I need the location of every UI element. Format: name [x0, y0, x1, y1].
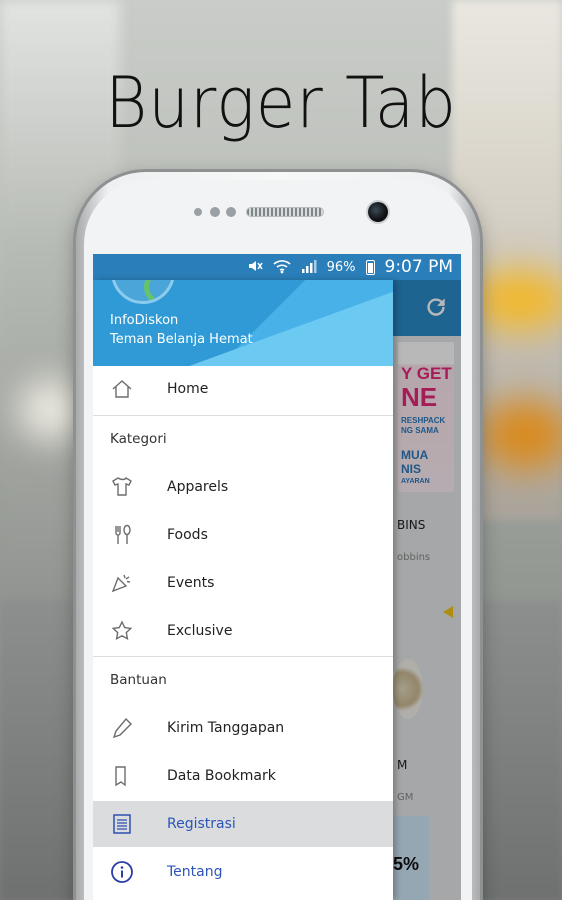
- front-camera: [368, 202, 388, 222]
- star-icon: [110, 619, 134, 643]
- battery-icon: [365, 259, 375, 275]
- drawer-item-label: Apparels: [167, 479, 229, 495]
- drawer-item-label: Home: [167, 381, 209, 397]
- drawer-item-label: Events: [167, 575, 215, 591]
- mute-icon: [247, 258, 263, 277]
- drawer-item-kirim-tanggapan[interactable]: Kirim Tanggapan: [93, 705, 393, 751]
- navigation-drawer: InfoDiskon Teman Belanja Hemat Home Kate…: [93, 280, 393, 900]
- divider: [93, 656, 393, 657]
- drawer-app-name: InfoDiskon: [110, 313, 179, 328]
- drawer-item-exclusive[interactable]: Exclusive: [93, 608, 393, 654]
- background-light-yellow: [470, 270, 562, 330]
- drawer-item-tentang[interactable]: Tentang: [93, 849, 393, 895]
- sensor-dot-2: [226, 207, 236, 217]
- drawer-item-registrasi[interactable]: Registrasi: [93, 801, 393, 847]
- shirt-icon: [110, 475, 134, 499]
- drawer-item-apparels[interactable]: Apparels: [93, 464, 393, 510]
- drawer-item-label: Tentang: [167, 864, 223, 880]
- battery-percent: 96%: [326, 259, 356, 275]
- home-icon: [110, 377, 134, 401]
- document-list-icon: [110, 812, 134, 836]
- background-light-white: [20, 380, 80, 440]
- bookmark-icon: [110, 764, 134, 788]
- drawer-item-label: Registrasi: [167, 816, 236, 832]
- fork-spoon-icon: [110, 523, 134, 547]
- status-bar: 96% 9:07 PM: [93, 254, 461, 280]
- earpiece-speaker: [246, 207, 324, 217]
- drawer-item-events[interactable]: Events: [93, 560, 393, 606]
- party-icon: [110, 571, 134, 595]
- section-label-bantuan: Bantuan: [110, 672, 167, 688]
- status-time: 9:07 PM: [384, 257, 454, 277]
- sensor-dot-1: [210, 207, 220, 217]
- divider: [93, 415, 393, 416]
- phone-screen: Y GET NE RESHPACK NG SAMA MUA NIS AYARAN…: [93, 254, 461, 900]
- drawer-item-home[interactable]: Home: [93, 366, 393, 412]
- drawer-item-label: Data Bookmark: [167, 768, 276, 784]
- wifi-icon: [273, 258, 291, 277]
- drawer-item-foods[interactable]: Foods: [93, 512, 393, 558]
- drawer-item-label: Foods: [167, 527, 208, 543]
- background-light-orange: [480, 400, 562, 470]
- headline-title: Burger Tab: [105, 62, 457, 144]
- drawer-item-data-bookmark[interactable]: Data Bookmark: [93, 753, 393, 799]
- drawer-item-label: Exclusive: [167, 623, 233, 639]
- section-label-kategori: Kategori: [110, 431, 167, 447]
- info-icon: [110, 860, 134, 884]
- proximity-sensor: [194, 208, 202, 216]
- drawer-item-label: Kirim Tanggapan: [167, 720, 285, 736]
- drawer-tagline: Teman Belanja Hemat: [110, 332, 253, 347]
- drawer-scrim[interactable]: [393, 280, 461, 900]
- signal-icon: [301, 258, 317, 277]
- drawer-header: InfoDiskon Teman Belanja Hemat: [93, 280, 393, 366]
- pencil-icon: [110, 716, 134, 740]
